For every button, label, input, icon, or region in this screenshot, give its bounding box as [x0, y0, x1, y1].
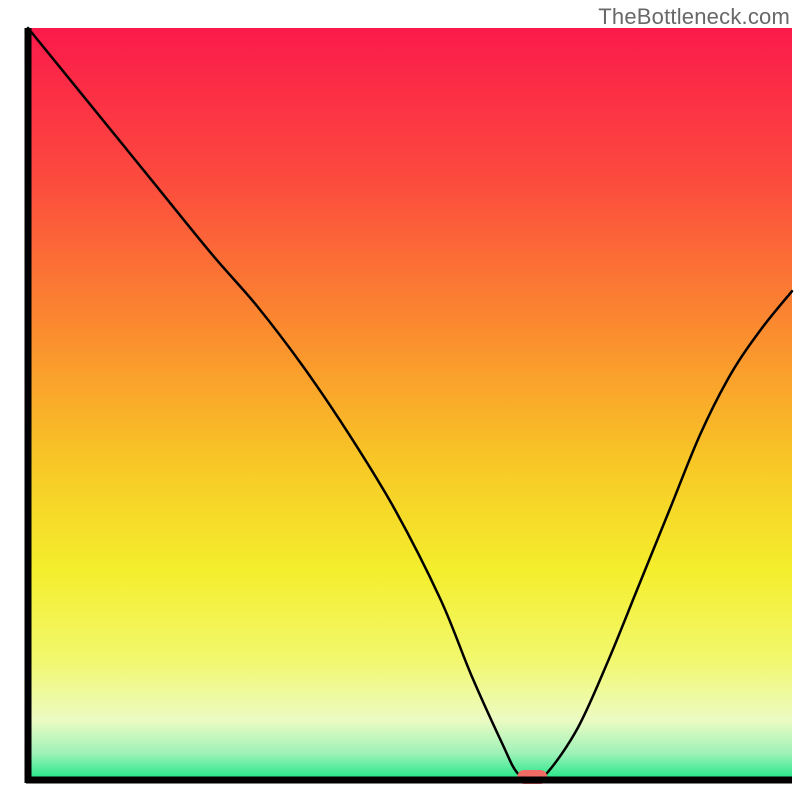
- plot-background: [28, 28, 792, 780]
- bottleneck-chart: [0, 0, 800, 800]
- watermark-text: TheBottleneck.com: [598, 4, 790, 30]
